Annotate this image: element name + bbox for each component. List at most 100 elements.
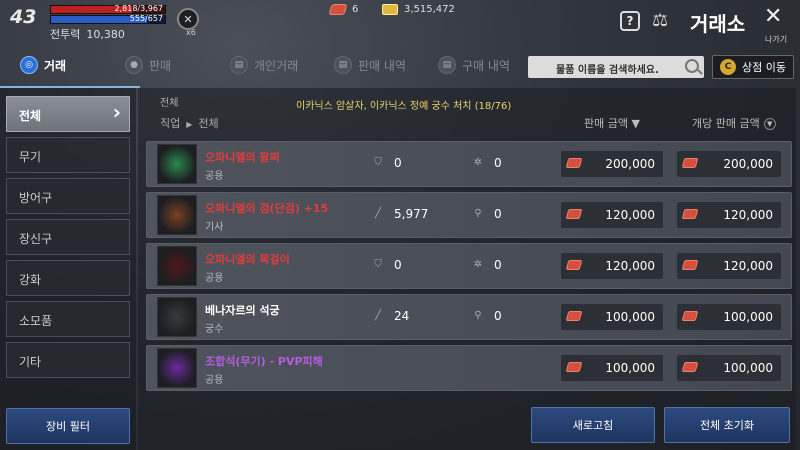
list-item[interactable]: 오파니엘의 검(단검) +15 기사 ╱ 5,977 ⚲ 0 120,000 120,000 xyxy=(146,192,792,238)
gem-icon xyxy=(565,209,583,219)
trade-icon: ◎ xyxy=(20,56,38,74)
item-stat-1: ⛉ 0 xyxy=(372,258,402,272)
item-stat-2: ✲ 0 xyxy=(472,156,502,170)
help-icon: ? xyxy=(626,14,634,28)
tab-label: 구매 내역 xyxy=(462,58,510,73)
item-name: 베나자르의 석궁 xyxy=(205,304,280,317)
tab-label: 거래 xyxy=(44,58,67,73)
buy-history-icon: ▤ xyxy=(438,56,456,74)
buff-count: x6 xyxy=(186,28,196,37)
caret-right-icon: ▶ xyxy=(186,120,193,129)
unit-price-sort-header[interactable]: 개당 판매 금액 ▼ xyxy=(692,115,776,131)
gear-icon: ✲ xyxy=(473,259,483,270)
gem-icon xyxy=(328,4,348,15)
breadcrumb: 전체 xyxy=(160,98,179,109)
unit-price-value: 200,000 xyxy=(723,157,773,171)
close-button[interactable]: ✕ xyxy=(764,6,782,28)
gear-icon: ✲ xyxy=(473,157,483,168)
sidebar-item-label: 무기 xyxy=(19,150,42,164)
tab-trade[interactable]: ◎ 거래 xyxy=(20,56,66,74)
help-button[interactable]: ? xyxy=(620,11,640,31)
gem-count: 6 xyxy=(352,4,359,15)
item-price: 120,000 xyxy=(561,253,663,279)
sidebar-item-accessory[interactable]: 장신구 xyxy=(6,219,130,255)
item-price: 120,000 xyxy=(561,202,663,228)
item-class: 공용 xyxy=(205,375,224,386)
tab-sell[interactable]: ● 판매 xyxy=(125,56,171,74)
unit-price-value: 120,000 xyxy=(723,208,773,222)
sidebar-item-label: 소모품 xyxy=(19,314,53,328)
page-title: 거래소 xyxy=(690,12,746,36)
tab-label: 개인거래 xyxy=(254,58,299,73)
gem-icon xyxy=(565,260,583,270)
item-price: 200,000 xyxy=(561,151,663,177)
stat-value: 0 xyxy=(494,258,502,272)
quest-tracker-text: 이카닉스 암살자, 이카닉스 정예 궁수 처치 (18/76) xyxy=(296,101,512,112)
item-name: 조합석(무기) - PVP피해 xyxy=(205,355,323,368)
item-unit-price: 200,000 xyxy=(677,151,781,177)
combat-power: 전투력 10,380 xyxy=(50,26,125,42)
unit-price-value: 100,000 xyxy=(723,310,773,324)
stat-value: 0 xyxy=(394,258,402,272)
item-name: 오파니엘의 검(단검) +15 xyxy=(205,202,329,215)
item-thumbnail xyxy=(157,348,197,388)
price-sort-header[interactable]: 판매 금액 ▼ xyxy=(584,115,640,131)
item-stat-2: ✲ 0 xyxy=(472,258,502,272)
tab-buy-history[interactable]: ▤ 구매 내역 xyxy=(438,56,510,74)
mp-text: 555/657 xyxy=(129,14,163,23)
item-stat-1: ⛉ 0 xyxy=(372,156,401,170)
item-class: 공용 xyxy=(205,273,224,284)
sidebar-item-label: 강화 xyxy=(19,273,42,287)
sidebar-item-all[interactable]: 전체 xyxy=(6,96,130,132)
search-input[interactable]: 물품 이름을 검색하세요. xyxy=(528,56,704,78)
equipment-filter-button[interactable]: 장비 필터 xyxy=(6,408,130,444)
class-filter[interactable]: 직업 ▶ 전체 xyxy=(160,115,219,131)
scale-icon: ⚖ xyxy=(652,10,669,31)
sidebar-item-label: 전체 xyxy=(19,109,42,123)
hp-text: 2,818/3,967 xyxy=(114,4,164,13)
item-thumbnail xyxy=(157,297,197,337)
list-item[interactable]: 오파니엘의 팔찌 공용 ⛉ 0 ✲ 0 200,000 200,000 xyxy=(146,141,792,187)
reset-all-button[interactable]: 전체 초기화 xyxy=(664,407,790,443)
shop-icon: C xyxy=(720,59,736,75)
sidebar-item-label: 장신구 xyxy=(19,232,53,246)
list-item[interactable]: 오파니엘의 목걸이 공용 ⛉ 0 ✲ 0 120,000 120,000 xyxy=(146,243,792,289)
sword-icon: ╱ xyxy=(374,310,382,321)
stat-value: 24 xyxy=(394,309,410,323)
sidebar-item-consumable[interactable]: 소모품 xyxy=(6,301,130,337)
hp-bar: 2,818/3,967 xyxy=(50,4,166,14)
mp-bar: 555/657 xyxy=(50,14,166,24)
list-item[interactable]: 조합석(무기) - PVP피해 공용 100,000 100,000 xyxy=(146,345,792,391)
sidebar-item-etc[interactable]: 기타 xyxy=(6,342,130,378)
item-thumbnail xyxy=(157,144,197,184)
gem-icon xyxy=(565,158,583,168)
buff-icon[interactable]: ✕ xyxy=(177,8,199,30)
shop-move-button[interactable]: C 상점 이동 xyxy=(712,55,794,79)
item-stat-1: ╱ 5,977 xyxy=(372,207,428,221)
tab-private-trade[interactable]: ▤ 개인거래 xyxy=(230,56,298,74)
class-filter-value: 전체 xyxy=(198,117,219,130)
sidebar-item-armor[interactable]: 방어구 xyxy=(6,178,130,214)
shop-move-label: 상점 이동 xyxy=(742,61,786,74)
sidebar-item-enhance[interactable]: 강화 xyxy=(6,260,130,296)
private-trade-icon: ▤ xyxy=(230,56,248,74)
shield-icon: ⛉ xyxy=(374,259,382,270)
gem-icon xyxy=(681,158,699,168)
player-level: 43 xyxy=(10,6,37,28)
tab-sell-history[interactable]: ▤ 판매 내역 xyxy=(334,56,406,74)
unit-price-value: 120,000 xyxy=(723,259,773,273)
sidebar-item-weapon[interactable]: 무기 xyxy=(6,137,130,173)
item-stat-2: ⚲ 0 xyxy=(472,309,501,323)
item-price: 100,000 xyxy=(561,355,663,381)
item-thumbnail xyxy=(157,195,197,235)
stat-value: 0 xyxy=(494,207,502,221)
item-stat-2: ⚲ 0 xyxy=(472,207,502,221)
gem-icon xyxy=(565,311,583,321)
refresh-button[interactable]: 새로고침 xyxy=(531,407,655,443)
search-icon[interactable] xyxy=(685,59,699,73)
list-item[interactable]: 베나자르의 석궁 궁수 ╱ 24 ⚲ 0 100,000 100,000 xyxy=(146,294,792,340)
price-value: 100,000 xyxy=(605,310,655,324)
item-unit-price: 120,000 xyxy=(677,253,781,279)
sort-toggle-icon: ▼ xyxy=(763,118,776,130)
close-label: 나가기 xyxy=(765,35,788,44)
